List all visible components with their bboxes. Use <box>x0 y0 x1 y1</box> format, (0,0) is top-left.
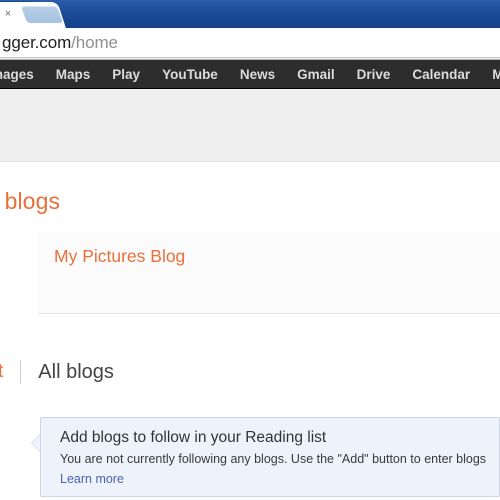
browser-tab-strip: × <box>0 0 500 28</box>
nav-item-gmail[interactable]: Gmail <box>286 60 346 88</box>
nav-item-youtube[interactable]: YouTube <box>151 60 229 88</box>
page-title: 's blogs <box>0 188 61 214</box>
nav-item-maps[interactable]: Maps <box>45 60 102 88</box>
new-tab-button[interactable] <box>20 6 64 23</box>
learn-more-link[interactable]: Learn more <box>60 472 124 486</box>
google-nav-bar: mages Maps Play YouTube News Gmail Drive… <box>0 60 500 89</box>
address-bar[interactable]: gger.com/home <box>0 29 500 58</box>
all-blogs-header: t All blogs <box>0 355 500 389</box>
nav-item-more[interactable]: Mor <box>481 60 500 88</box>
nav-item-news[interactable]: News <box>229 60 286 88</box>
url-host-text: gger.com <box>2 33 72 52</box>
blog-card <box>38 232 500 314</box>
reading-list-body-text: You are not currently following any blog… <box>60 452 487 466</box>
tab-close-icon[interactable]: × <box>2 8 14 20</box>
nav-item-drive[interactable]: Drive <box>346 60 402 88</box>
nav-item-images[interactable]: mages <box>0 60 45 88</box>
url-path-text: /home <box>71 33 118 52</box>
screenshot-root: × gger.com/home mages Maps Play YouTube … <box>0 0 500 500</box>
all-blogs-left-fragment: t <box>0 361 4 382</box>
nav-item-play[interactable]: Play <box>101 60 151 88</box>
page-content: 's blogs My Pictures Blog Your Blog has … <box>0 162 500 500</box>
blog-title-link[interactable]: My Pictures Blog <box>54 246 185 267</box>
nav-item-calendar[interactable]: Calendar <box>401 60 481 88</box>
reading-list-heading: Add blogs to follow in your Reading list <box>60 429 327 446</box>
all-blogs-title: All blogs <box>38 360 114 383</box>
header-divider <box>20 360 22 384</box>
blogger-header-band <box>0 89 500 162</box>
